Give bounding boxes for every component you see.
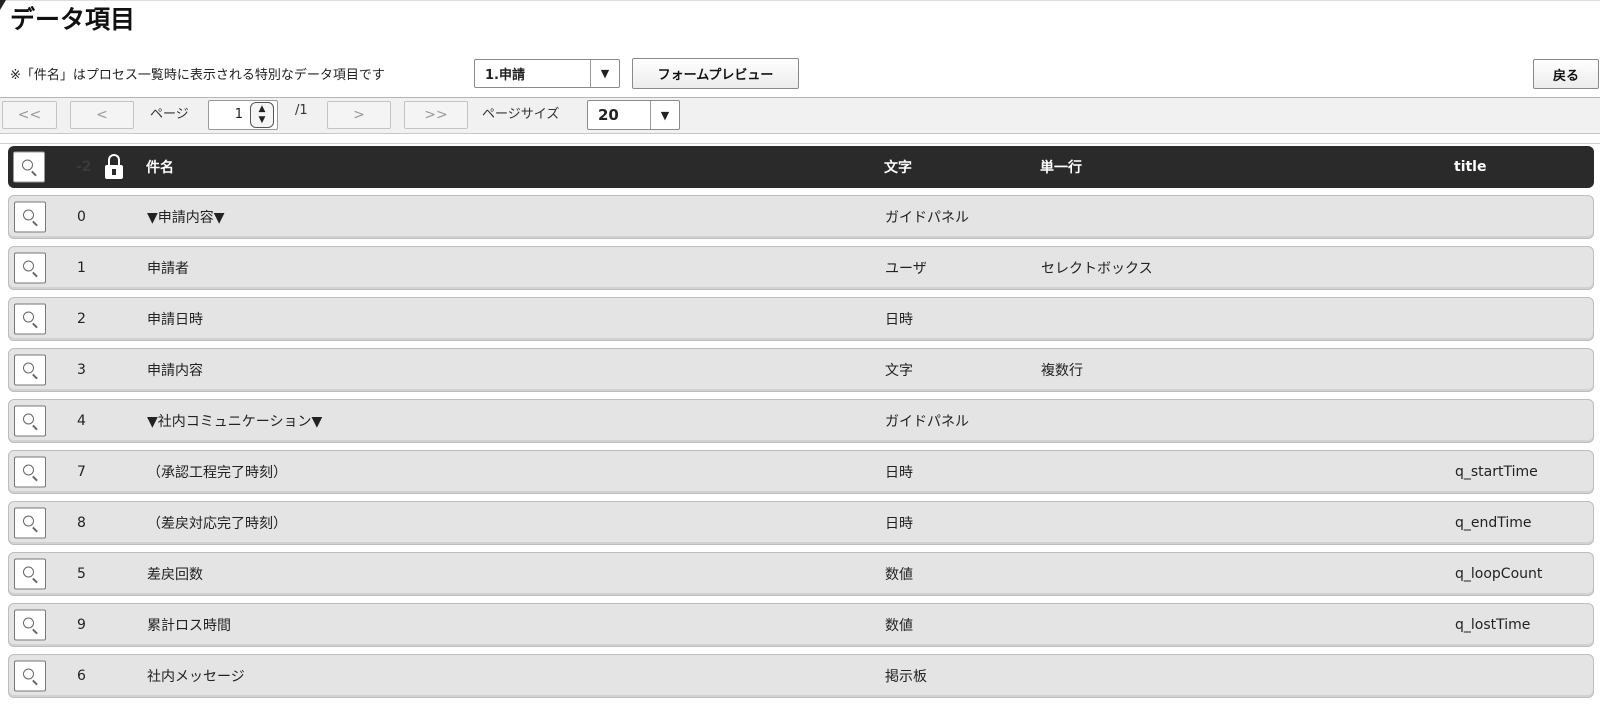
back-button[interactable]: 戻る bbox=[1533, 59, 1599, 89]
row-number: 1 bbox=[77, 260, 86, 276]
page-size-select[interactable]: 20 ▼ bbox=[587, 100, 680, 130]
row-name: 申請者 bbox=[147, 261, 189, 277]
table-row[interactable]: 7 （承認工程完了時刻） 日時 q_startTime bbox=[8, 450, 1594, 494]
page-size-value: 20 bbox=[598, 106, 619, 124]
header-field-id: title bbox=[1454, 159, 1487, 175]
page-number-input[interactable]: 1 ▲ ▼ bbox=[208, 100, 278, 130]
row-type: ガイドパネル bbox=[885, 210, 969, 226]
row-number: 3 bbox=[77, 362, 86, 378]
search-icon[interactable] bbox=[14, 660, 46, 692]
row-number: 6 bbox=[77, 668, 86, 684]
search-icon[interactable] bbox=[14, 354, 46, 386]
row-type: 日時 bbox=[885, 516, 913, 532]
search-icon[interactable] bbox=[14, 456, 46, 488]
step-select[interactable]: 1.申請 ▼ bbox=[474, 59, 620, 88]
row-field-id: q_endTime bbox=[1455, 515, 1532, 531]
top-border bbox=[0, 0, 1600, 1]
search-icon[interactable] bbox=[14, 609, 46, 641]
row-field-id: q_startTime bbox=[1455, 464, 1538, 480]
spinner-icon[interactable]: ▲ ▼ bbox=[250, 102, 274, 128]
row-subtype: セレクトボックス bbox=[1041, 261, 1153, 277]
table-row[interactable]: 9 累計ロス時間 数値 q_lostTime bbox=[8, 603, 1594, 647]
search-icon[interactable] bbox=[14, 558, 46, 590]
table-row[interactable]: 0 ▼申請内容▼ ガイドパネル bbox=[8, 195, 1594, 239]
table-row[interactable]: 8 （差戻対応完了時刻） 日時 q_endTime bbox=[8, 501, 1594, 545]
table-row[interactable]: 2 申請日時 日時 bbox=[8, 297, 1594, 341]
total-pages: /1 bbox=[295, 103, 308, 118]
row-number: 9 bbox=[77, 617, 86, 633]
row-name: 差戻回数 bbox=[147, 567, 203, 583]
search-icon[interactable] bbox=[14, 303, 46, 335]
table-row[interactable]: 5 差戻回数 数値 q_loopCount bbox=[8, 552, 1594, 596]
row-number: 8 bbox=[77, 515, 86, 531]
search-icon[interactable] bbox=[14, 201, 46, 233]
table-row[interactable]: 4 ▼社内コミュニケーション▼ ガイドパネル bbox=[8, 399, 1594, 443]
table-row[interactable]: 6 社内メッセージ 掲示板 bbox=[8, 654, 1594, 698]
header-type: 文字 bbox=[884, 160, 912, 176]
divider bbox=[0, 143, 1600, 144]
row-number: 7 bbox=[77, 464, 86, 480]
form-preview-button[interactable]: フォームプレビュー bbox=[632, 58, 799, 89]
chevron-down-icon: ▼ bbox=[650, 101, 679, 129]
header-name: 件名 bbox=[146, 160, 174, 176]
row-type: 日時 bbox=[885, 312, 913, 328]
row-type: 文字 bbox=[885, 363, 913, 379]
page-size-label: ページサイズ bbox=[482, 107, 560, 122]
next-page-button[interactable]: > bbox=[327, 101, 391, 129]
row-name: （差戻対応完了時刻） bbox=[147, 516, 287, 532]
page-title: データ項目 bbox=[10, 5, 136, 34]
row-name: 申請日時 bbox=[147, 312, 203, 328]
row-type: 数値 bbox=[885, 567, 913, 583]
search-icon[interactable] bbox=[14, 405, 46, 437]
row-field-id: q_lostTime bbox=[1455, 617, 1531, 633]
search-icon[interactable] bbox=[14, 507, 46, 539]
row-number: 5 bbox=[77, 566, 86, 582]
row-type: 掲示板 bbox=[885, 669, 927, 685]
row-name: ▼申請内容▼ bbox=[147, 210, 225, 226]
row-name: 累計ロス時間 bbox=[147, 618, 231, 634]
row-field-id: q_loopCount bbox=[1455, 566, 1543, 582]
subject-note: ※「件名」はプロセス一覧時に表示される特別なデータ項目です bbox=[10, 68, 385, 83]
prev-page-button[interactable]: < bbox=[70, 101, 134, 129]
table-row[interactable]: 1 申請者 ユーザ セレクトボックス bbox=[8, 246, 1594, 290]
row-type: 日時 bbox=[885, 465, 913, 481]
last-page-button[interactable]: >> bbox=[404, 101, 468, 129]
lock-icon bbox=[105, 154, 123, 180]
row-name: 社内メッセージ bbox=[147, 669, 245, 685]
first-page-button[interactable]: << bbox=[2, 101, 57, 129]
table-header-row[interactable]: -2 件名 文字 単一行 title bbox=[8, 146, 1594, 188]
chevron-down-icon: ▼ bbox=[590, 60, 619, 87]
row-name: 申請内容 bbox=[147, 363, 203, 379]
page-label: ページ bbox=[150, 107, 189, 122]
step-select-value: 1.申請 bbox=[485, 68, 525, 83]
row-number: 0 bbox=[77, 209, 86, 225]
page-number-value: 1 bbox=[234, 107, 243, 122]
header-number: -2 bbox=[76, 159, 92, 175]
search-icon[interactable] bbox=[14, 252, 46, 284]
header-subtype: 単一行 bbox=[1040, 160, 1082, 176]
search-icon[interactable] bbox=[13, 151, 45, 183]
table-row[interactable]: 3 申請内容 文字 複数行 bbox=[8, 348, 1594, 392]
row-type: 数値 bbox=[885, 618, 913, 634]
row-subtype: 複数行 bbox=[1041, 363, 1083, 379]
row-number: 4 bbox=[77, 413, 86, 429]
row-name: （承認工程完了時刻） bbox=[147, 465, 287, 481]
row-type: ガイドパネル bbox=[885, 414, 969, 430]
row-type: ユーザ bbox=[885, 261, 927, 277]
row-number: 2 bbox=[77, 311, 86, 327]
row-name: ▼社内コミュニケーション▼ bbox=[147, 414, 323, 430]
pagination-bar: << < ページ 1 ▲ ▼ /1 > >> ページサイズ 20 ▼ bbox=[0, 97, 1600, 134]
